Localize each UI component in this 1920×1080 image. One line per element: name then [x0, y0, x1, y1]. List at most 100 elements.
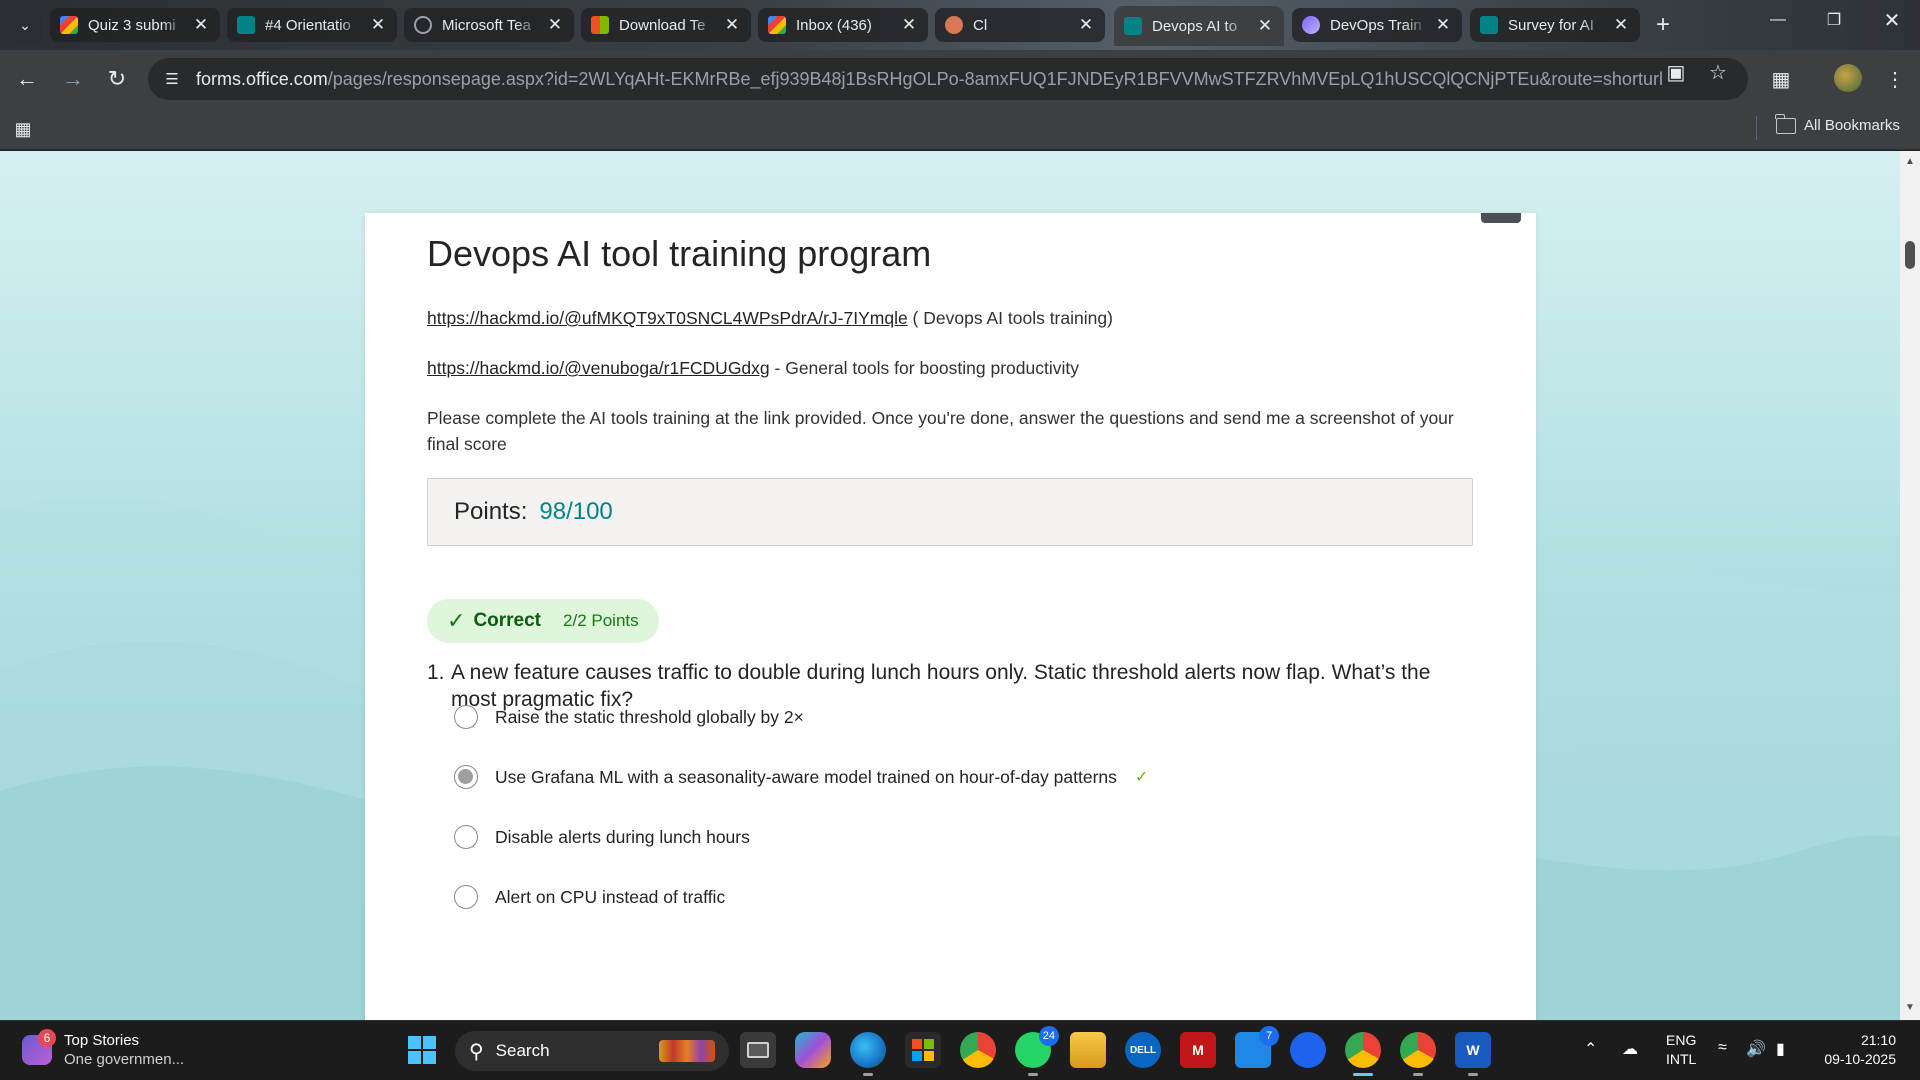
search-icon: ⚲: [469, 1040, 484, 1063]
option-grafana-ml[interactable]: Use Grafana ML with a seasonality-aware …: [454, 762, 1148, 792]
badge-points: 2/2 Points: [563, 611, 639, 630]
page-scrollbar[interactable]: ▲ ▼: [1900, 151, 1920, 1020]
install-app-icon[interactable]: ▣: [1662, 60, 1690, 84]
radio-button[interactable]: [454, 885, 478, 909]
close-icon[interactable]: ✕: [369, 15, 387, 35]
radio-button[interactable]: [454, 705, 478, 729]
menu-kebab-icon[interactable]: ⋮: [1880, 64, 1910, 94]
task-view-icon[interactable]: [740, 1032, 776, 1068]
chrome-profile-icon[interactable]: [1345, 1032, 1381, 1076]
restore-icon[interactable]: ❐: [1806, 0, 1862, 40]
tab-orientation[interactable]: #4 Orientatio ✕: [227, 8, 397, 42]
close-icon[interactable]: ✕: [1077, 15, 1095, 35]
tab-search-chevron-icon[interactable]: ⌄: [8, 8, 42, 42]
new-tab-button[interactable]: +: [1648, 10, 1678, 40]
radio-button-selected[interactable]: [454, 765, 478, 789]
word-icon[interactable]: W: [1455, 1032, 1491, 1076]
option-raise-threshold[interactable]: Raise the static threshold globally by 2…: [454, 702, 804, 732]
cloud-sync-off-icon[interactable]: ☁: [1622, 1039, 1638, 1059]
todo-icon[interactable]: 7: [1235, 1026, 1279, 1068]
apps-grid-icon[interactable]: ▦: [12, 118, 34, 140]
card-handle: [1481, 213, 1521, 223]
chrome-icon[interactable]: [960, 1032, 996, 1068]
docker-icon[interactable]: [1290, 1032, 1326, 1068]
description-line-2: https://hackmd.io/@venuboga/r1FCDUGdxg -…: [427, 355, 1477, 381]
chevron-up-icon[interactable]: ⌃: [1584, 1039, 1597, 1059]
widgets-icon: 6: [22, 1029, 56, 1065]
volume-icon[interactable]: 🔊: [1746, 1039, 1766, 1059]
checkmark-icon: ✓: [447, 608, 466, 633]
address-bar[interactable]: ☰ forms.office.com/pages/responsepage.as…: [148, 58, 1748, 100]
tab-claude[interactable]: Cl ✕: [935, 8, 1105, 42]
option-disable-alerts[interactable]: Disable alerts during lunch hours: [454, 822, 750, 852]
tab-devops-ai-active[interactable]: Devops AI to ✕: [1114, 6, 1284, 46]
clock-date: 09-10-2025: [1824, 1051, 1896, 1067]
edge-icon[interactable]: [850, 1032, 886, 1076]
start-windows-icon[interactable]: [404, 1032, 440, 1068]
profile-avatar[interactable]: [1834, 64, 1862, 92]
hackmd-training-link[interactable]: https://hackmd.io/@ufMKQT9xT0SNCL4WPsPdr…: [427, 308, 908, 328]
news-badge: 6: [38, 1029, 56, 1047]
microsoft-store-icon[interactable]: [905, 1032, 941, 1068]
minimize-icon[interactable]: —: [1750, 0, 1806, 40]
forms-icon: [237, 16, 255, 34]
tab-devops-training[interactable]: DevOps Train ✕: [1292, 8, 1462, 42]
news-subtitle: One governmen...: [64, 1051, 185, 1068]
points-summary: Points: 98/100: [427, 478, 1473, 546]
search-highlight-image: [659, 1040, 715, 1062]
close-icon[interactable]: ✕: [1612, 15, 1630, 35]
gmail-icon: [768, 16, 786, 34]
system-clock[interactable]: 21:10 09-10-2025: [1816, 1031, 1896, 1069]
tab-quiz-3[interactable]: Quiz 3 submi ✕: [50, 8, 220, 42]
mcafee-icon[interactable]: M: [1180, 1032, 1216, 1068]
scroll-up-icon[interactable]: ▲: [1905, 157, 1915, 167]
close-icon[interactable]: ✕: [1434, 15, 1452, 35]
taskbar-search[interactable]: ⚲ Search: [455, 1031, 729, 1071]
link1-suffix: ( Devops AI tools training): [907, 308, 1113, 328]
copilot-icon[interactable]: [795, 1032, 831, 1068]
extensions-icon[interactable]: ▦: [1766, 64, 1796, 94]
close-icon[interactable]: ✕: [192, 15, 210, 35]
form-card: Devops AI tool training program https://…: [365, 213, 1536, 1020]
back-icon[interactable]: ←: [10, 62, 44, 96]
tab-title: Inbox (436): [796, 16, 872, 34]
dell-icon[interactable]: DELL: [1125, 1032, 1161, 1068]
scroll-down-icon[interactable]: ▼: [1905, 1003, 1915, 1013]
bookmark-star-icon[interactable]: ☆: [1704, 60, 1732, 84]
chrome-profile-2-icon[interactable]: [1400, 1032, 1436, 1076]
wifi-icon[interactable]: ≈: [1718, 1039, 1727, 1057]
tab-title: #4 Orientatio: [265, 16, 351, 34]
close-icon[interactable]: ✕: [900, 15, 918, 35]
all-bookmarks-button[interactable]: All Bookmarks: [1775, 113, 1900, 134]
battery-icon[interactable]: ▮: [1776, 1039, 1785, 1059]
close-icon[interactable]: ✕: [723, 15, 741, 35]
points-value: 98/100: [539, 498, 613, 525]
link2-suffix: - General tools for boosting productivit…: [769, 358, 1079, 378]
tab-download-teams[interactable]: Download Te ✕: [581, 8, 751, 42]
reload-icon[interactable]: ↻: [100, 62, 134, 96]
tab-inbox[interactable]: Inbox (436) ✕: [758, 8, 928, 42]
site-settings-icon[interactable]: ☰: [160, 67, 184, 91]
browser-toolbar: ← → ↻ ☰ forms.office.com/pages/responsep…: [0, 50, 1920, 108]
correct-check-icon: ✓: [1134, 769, 1149, 786]
scroll-thumb[interactable]: [1905, 241, 1915, 269]
tab-microsoft-teams[interactable]: Microsoft Tea ✕: [404, 8, 574, 42]
question-number: 1.: [427, 661, 445, 684]
tab-title: Microsoft Tea: [442, 16, 531, 34]
tab-survey-ai[interactable]: Survey for AI ✕: [1470, 8, 1640, 42]
close-icon[interactable]: ✕: [546, 15, 564, 35]
page-viewport: Devops AI tool training program https://…: [0, 151, 1920, 1020]
tab-title: Quiz 3 submi: [88, 16, 176, 34]
points-label: Points:: [454, 498, 528, 525]
whatsapp-icon[interactable]: 24: [1015, 1026, 1059, 1076]
input-language[interactable]: ENG INTL: [1666, 1031, 1696, 1069]
windows-store-icon: [591, 16, 609, 34]
radio-button[interactable]: [454, 825, 478, 849]
close-window-icon[interactable]: ✕: [1864, 0, 1920, 40]
forward-icon[interactable]: →: [56, 62, 90, 96]
option-alert-cpu[interactable]: Alert on CPU instead of traffic: [454, 882, 725, 912]
file-explorer-icon[interactable]: [1070, 1032, 1106, 1068]
news-widget[interactable]: 6 Top Stories One governmen...: [22, 1029, 185, 1069]
hackmd-productivity-link[interactable]: https://hackmd.io/@venuboga/r1FCDUGdxg: [427, 358, 770, 378]
close-icon[interactable]: ✕: [1256, 16, 1274, 36]
